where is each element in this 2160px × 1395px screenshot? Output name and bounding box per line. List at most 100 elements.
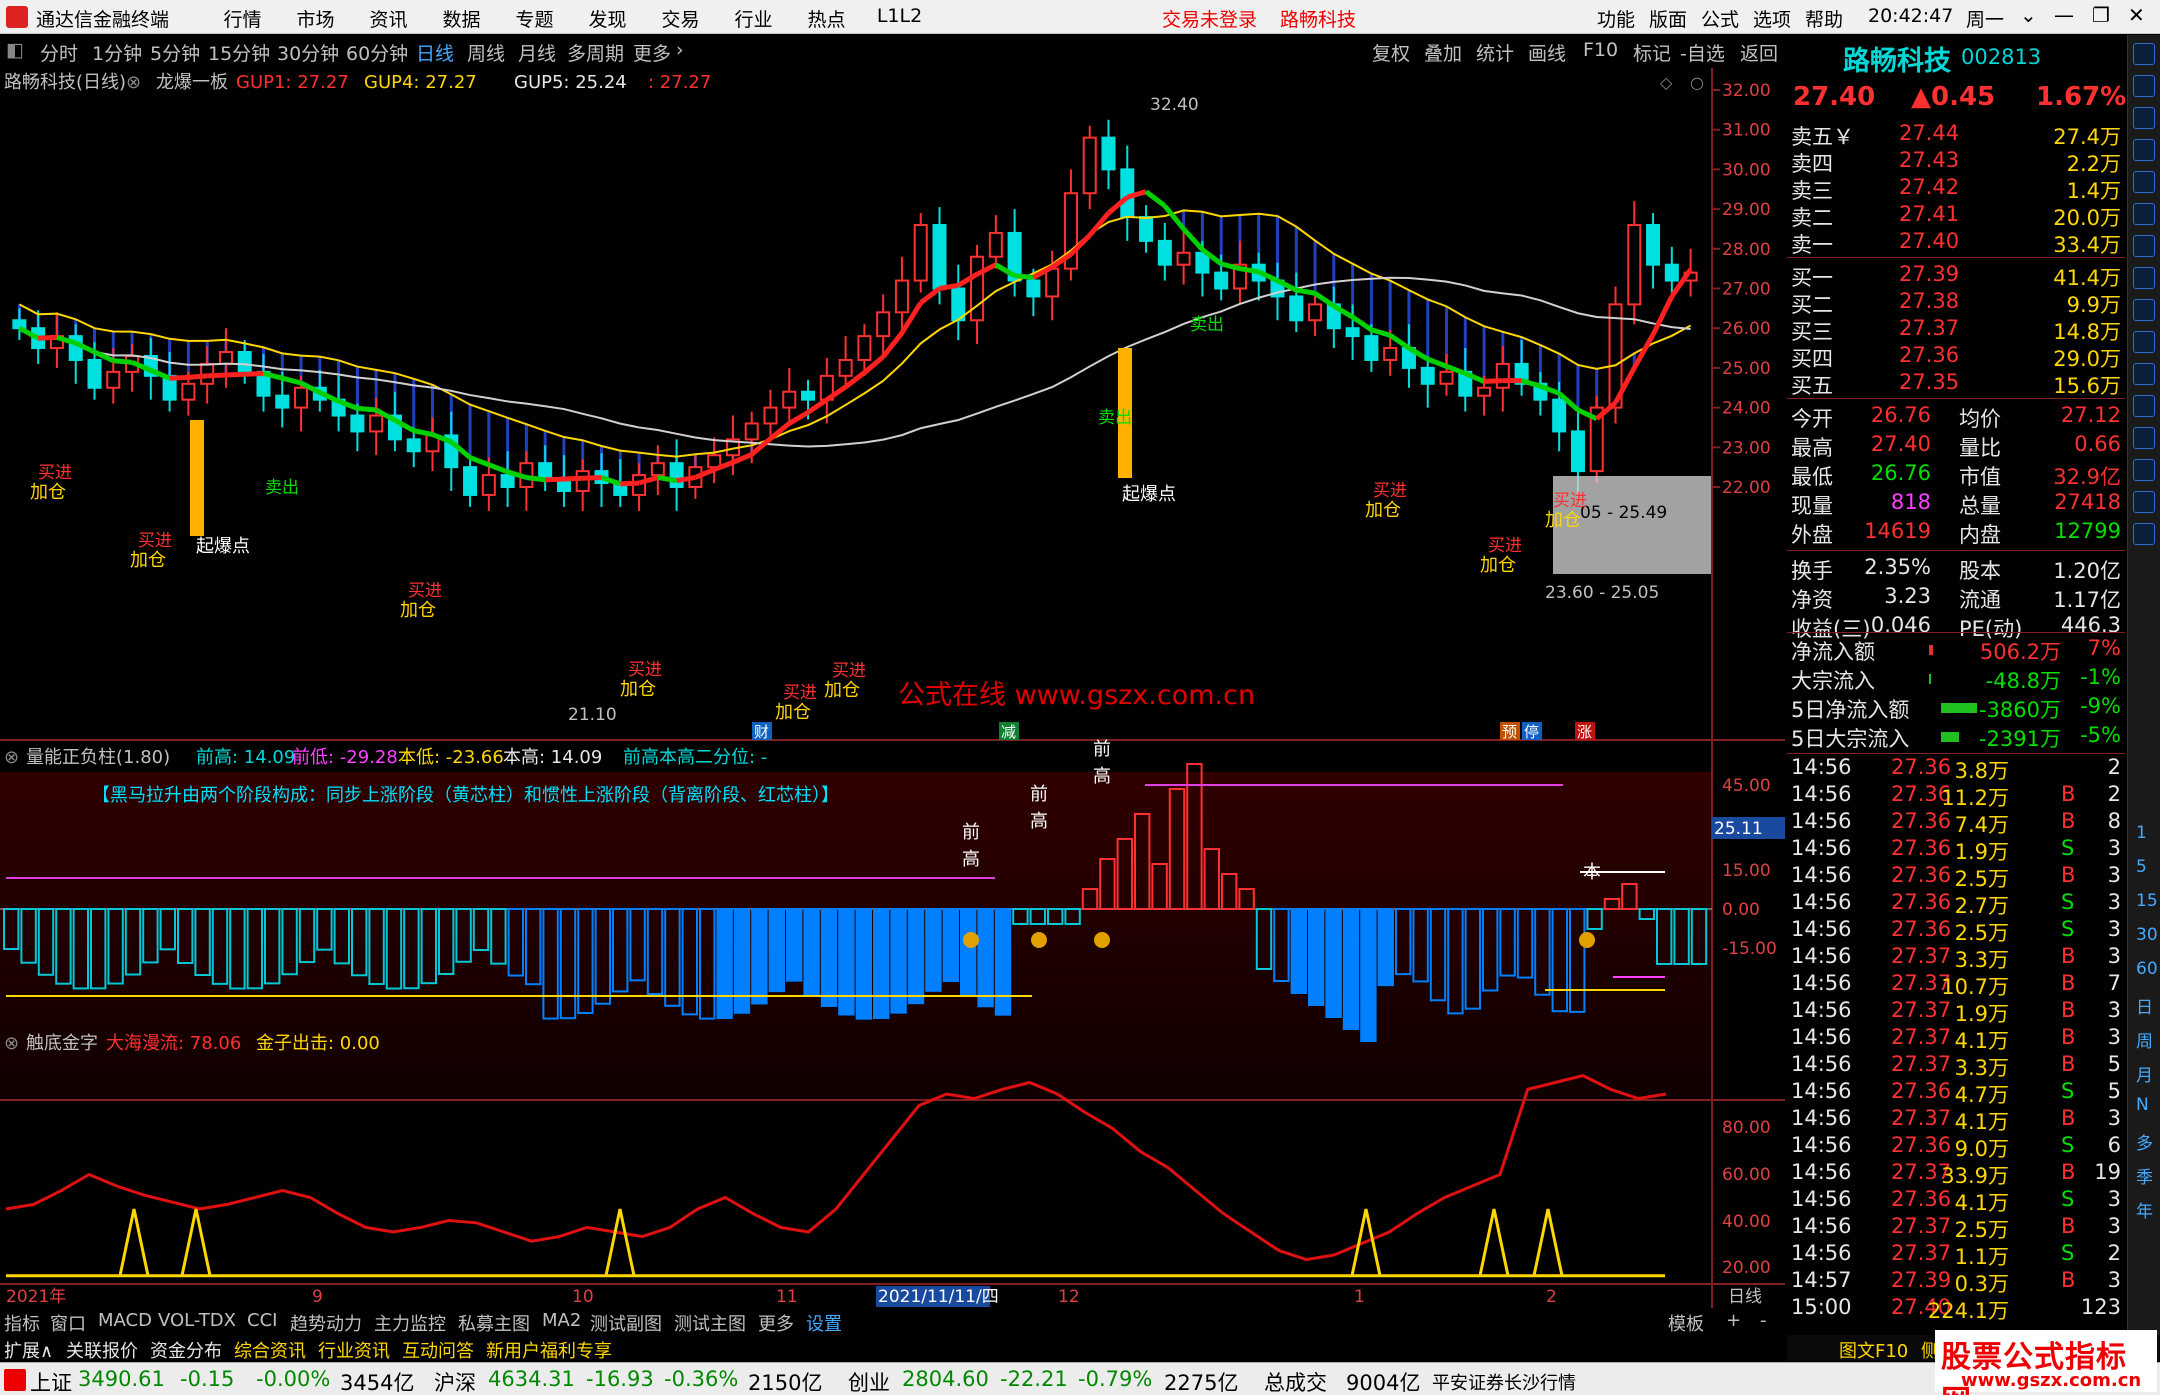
pane2-close-icon[interactable]: ⊗ [4,747,19,768]
menu-item-topics[interactable]: 专题 [498,5,571,32]
cycle-6[interactable]: 周 [2136,1027,2153,1052]
list-icon[interactable] [2133,139,2155,161]
tool-stats[interactable]: 统计 [1476,39,1514,66]
period-15min[interactable]: 15分钟 [208,39,270,66]
tool-adjust[interactable]: 复权 [1372,39,1410,66]
event-tag-rise[interactable]: 涨 [1577,723,1592,741]
f10-icon[interactable] [2133,299,2155,321]
tool-draw[interactable]: 画线 [1528,39,1566,66]
tab-new-user[interactable]: 新用户福利专享 [486,1337,612,1363]
tab-test-sub[interactable]: 测试副图 [590,1310,662,1336]
period-1min[interactable]: 1分钟 [92,39,142,66]
event-tag-finance[interactable]: 财 [754,723,769,741]
cycle-11[interactable]: 年 [2136,1197,2153,1222]
tool-overlay[interactable]: 叠加 [1424,39,1462,66]
menu-dropdown-icon[interactable]: ⌄ [2020,3,2037,27]
tab-window[interactable]: 窗口 [50,1310,86,1336]
cycle-8[interactable]: N [2136,1095,2149,1115]
period-daily[interactable]: 日线 [416,39,454,66]
tab-cci[interactable]: CCI [247,1310,277,1331]
cycle-3[interactable]: 30 [2136,925,2158,945]
tool-watchlist[interactable]: -自选 [1680,39,1725,66]
tab-settings[interactable]: 设置 [806,1310,842,1336]
bar-icon[interactable] [2133,235,2155,257]
pane3-close-icon[interactable]: ⊗ [4,1033,19,1054]
chart-icon[interactable] [2133,75,2155,97]
tab-macd[interactable]: MACD [98,1310,152,1331]
cy-name[interactable]: 创业 [848,1367,890,1395]
pane-close-icon[interactable]: ○ [1690,73,1704,92]
menu-item-industry[interactable]: 行业 [717,5,790,32]
sh-name[interactable]: 上证 [30,1367,72,1395]
period-weekly[interactable]: 周线 [467,39,505,66]
grid-icon[interactable] [2133,107,2155,129]
move-icon[interactable] [2133,459,2155,481]
sz-name[interactable]: 沪深 [434,1367,476,1395]
tool-back[interactable]: 返回 [1740,39,1778,66]
event-tag-halt[interactable]: 停 [1524,723,1539,741]
pointer-icon[interactable] [2133,395,2155,417]
zoom-out-button[interactable]: - [1760,1310,1767,1331]
menu-item-trade[interactable]: 交易 [644,5,717,32]
panel-toggle-icon[interactable]: ◧ [6,39,24,61]
menu-item-help[interactable]: 帮助 [1798,5,1850,32]
rsi-icon[interactable] [2133,427,2155,449]
cycle-7[interactable]: 月 [2136,1061,2153,1086]
menu-item-l1l2[interactable]: L1L2 [863,5,936,32]
tab-expand[interactable]: 扩展∧ [4,1337,53,1363]
menu-item-data[interactable]: 数据 [425,5,498,32]
fs-icon[interactable] [2133,523,2155,545]
f2-icon[interactable] [2133,363,2155,385]
tab-general-news[interactable]: 综合资讯 [234,1337,306,1363]
period-30min[interactable]: 30分钟 [277,39,339,66]
diamond-icon[interactable]: ◇ [1660,73,1673,92]
tab-vol-tdx[interactable]: VOL-TDX [158,1310,236,1331]
zoom-in-button[interactable]: + [1726,1310,1741,1331]
menu-item-news[interactable]: 资讯 [352,5,425,32]
menu-item-formula[interactable]: 公式 [1694,5,1746,32]
chevron-right-icon[interactable]: › [676,39,684,61]
menu-item-options[interactable]: 选项 [1746,5,1798,32]
tab-qa[interactable]: 互动问答 [402,1337,474,1363]
menu-item-markets[interactable]: 市场 [279,5,352,32]
event-tag-reduce[interactable]: 减 [1001,723,1016,741]
period-multi[interactable]: 多周期 [567,39,624,66]
period-5min[interactable]: 5分钟 [150,39,200,66]
period-intraday[interactable]: 分时 [40,39,78,66]
arrow-up-icon[interactable] [2133,43,2155,65]
cycle-1[interactable]: 5 [2136,857,2147,877]
tool-mark[interactable]: 标记 [1633,39,1671,66]
period-more[interactable]: 更多 [633,39,671,66]
tab-test-main[interactable]: 测试主图 [674,1310,746,1336]
tab-trend-power[interactable]: 趋势动力 [290,1310,362,1336]
menu-item-market[interactable]: 行情 [206,5,279,32]
minimize-button[interactable]: — [2054,3,2074,27]
tab-industry-news[interactable]: 行业资讯 [318,1337,390,1363]
tab-private-main[interactable]: 私募主图 [458,1310,530,1336]
tab-main-monitor[interactable]: 主力监控 [374,1310,446,1336]
trend-icon[interactable] [2133,171,2155,193]
period-monthly[interactable]: 月线 [518,39,556,66]
tab-f10[interactable]: 图文F10 [1839,1337,1908,1363]
tab-indicator[interactable]: 指标 [4,1310,40,1336]
trade-login-alert[interactable]: 交易未登录 [1162,5,1257,32]
chart-close-icon[interactable]: ⊗ [126,72,141,93]
tab-ma2[interactable]: MA2 [542,1310,581,1331]
pen-icon[interactable] [2133,491,2155,513]
table-icon[interactable] [2133,203,2155,225]
event-tag-forecast[interactable]: 预 [1502,723,1517,741]
menu-item-function[interactable]: 功能 [1590,5,1642,32]
stock-alert[interactable]: 路畅科技 [1280,5,1356,32]
cycle-9[interactable]: 多 [2136,1129,2153,1154]
menu-item-discover[interactable]: 发现 [571,5,644,32]
tab-related-quotes[interactable]: 关联报价 [66,1337,138,1363]
menu-item-layout[interactable]: 版面 [1642,5,1694,32]
cycle-4[interactable]: 60 [2136,959,2158,979]
period-60min[interactable]: 60分钟 [346,39,408,66]
cycle-2[interactable]: 15 [2136,891,2158,911]
doc-icon[interactable] [2133,267,2155,289]
cycle-10[interactable]: 季 [2136,1163,2153,1188]
menu-item-hot[interactable]: 热点 [790,5,863,32]
tab-template[interactable]: 模板 [1668,1310,1704,1336]
tool-f10[interactable]: F10 [1583,39,1618,61]
